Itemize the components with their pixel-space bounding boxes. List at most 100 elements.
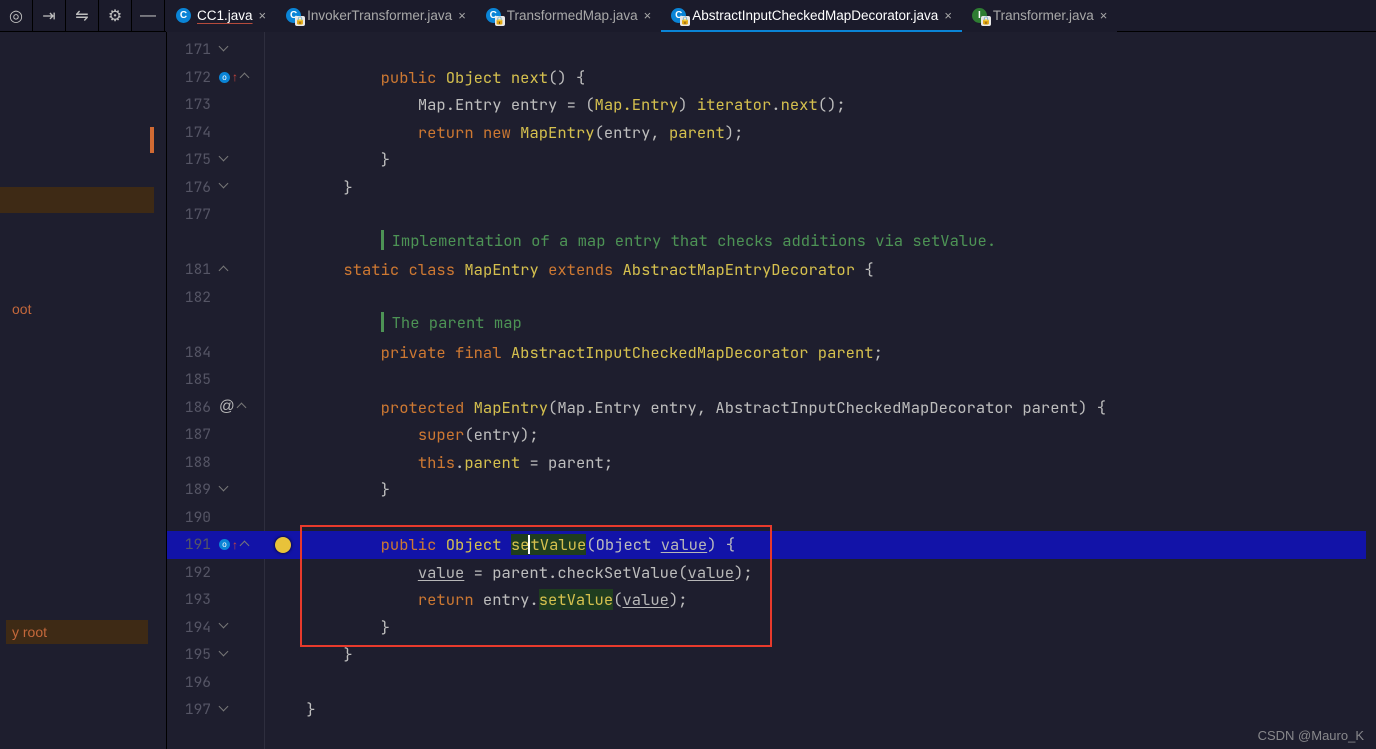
- line-number: 171: [167, 40, 219, 59]
- class-icon: C🔒: [671, 8, 686, 23]
- split-icon[interactable]: ⇋: [66, 0, 99, 32]
- code-line[interactable]: 181 static class MapEntry extends Abstra…: [167, 256, 1376, 284]
- close-icon[interactable]: ×: [458, 8, 466, 23]
- main-toolbar: ◎ ⇥ ⇋ ⚙ — CCC1.java×C🔒InvokerTransformer…: [0, 0, 1376, 32]
- close-icon[interactable]: ×: [259, 8, 267, 23]
- code-line[interactable]: 193 return entry.setValue(value);: [167, 586, 1376, 614]
- lock-icon: 🔒: [981, 16, 991, 26]
- code-line[interactable]: 189 }: [167, 476, 1376, 504]
- vcs-strip-mark: [150, 127, 154, 153]
- tab-abstractinputcheckedmapdecorator-java[interactable]: C🔒 AbstractInputCheckedMapDecorator.java ×: [661, 0, 962, 32]
- tab-invokertransformer-java[interactable]: C🔒InvokerTransformer.java×: [276, 0, 476, 32]
- tab-label: TransformedMap.java: [507, 8, 638, 23]
- gutter-icons: [219, 650, 265, 660]
- line-number: 196: [167, 673, 219, 692]
- code-text: public Object next() {: [265, 67, 585, 88]
- lock-icon: 🔒: [680, 16, 690, 26]
- code-line[interactable]: 191o↑ public Object setValue(Object valu…: [167, 531, 1376, 559]
- code-text: }: [265, 479, 390, 500]
- left-row-2[interactable]: y root: [6, 620, 148, 644]
- gutter-icons: o↑: [219, 538, 265, 552]
- scrollbar[interactable]: [1366, 32, 1376, 749]
- doc-comment-line[interactable]: The parent map: [167, 311, 1376, 339]
- code-editor[interactable]: 171 172o↑ public Object next() {173 Map.E…: [166, 32, 1376, 749]
- code-line[interactable]: 173 Map.Entry entry = (Map.Entry) iterat…: [167, 91, 1376, 119]
- fold-icon[interactable]: [219, 155, 229, 165]
- fold-icon[interactable]: [219, 650, 229, 660]
- class-icon: C🔒: [486, 8, 501, 23]
- code-text: protected MapEntry(Map.Entry entry, Abst…: [265, 397, 1106, 418]
- fold-icon[interactable]: [240, 540, 250, 550]
- left-row-1[interactable]: oot: [6, 297, 37, 321]
- gutter-icons: [219, 485, 265, 495]
- code-line[interactable]: 175 }: [167, 146, 1376, 174]
- line-number: 181: [167, 260, 219, 279]
- gutter-icons: [219, 622, 265, 632]
- code-line[interactable]: 176 }: [167, 174, 1376, 202]
- close-icon[interactable]: ×: [644, 8, 652, 23]
- up-arrow-icon: ↑: [232, 70, 238, 84]
- code-text: return new MapEntry(entry, parent);: [265, 122, 743, 143]
- code-text: this.parent = parent;: [265, 452, 613, 473]
- override-icon[interactable]: o: [219, 539, 230, 550]
- line-number: 191: [167, 535, 219, 554]
- close-icon[interactable]: ×: [1100, 8, 1108, 23]
- text-caret: [528, 535, 530, 554]
- fold-icon[interactable]: [219, 182, 229, 192]
- code-line[interactable]: 186@ protected MapEntry(Map.Entry entry,…: [167, 394, 1376, 422]
- line-number: 188: [167, 453, 219, 472]
- code-text: }: [265, 177, 353, 198]
- code-line[interactable]: 194 }: [167, 614, 1376, 642]
- code-line[interactable]: 172o↑ public Object next() {: [167, 64, 1376, 92]
- gear-icon[interactable]: ⚙: [99, 0, 132, 32]
- line-number: 194: [167, 618, 219, 637]
- tab-label: CC1.java: [197, 8, 253, 23]
- minimize-icon[interactable]: —: [132, 0, 165, 32]
- fold-icon[interactable]: [219, 705, 229, 715]
- line-number: 186: [167, 398, 219, 417]
- indent-icon[interactable]: ⇥: [33, 0, 66, 32]
- at-sign-icon: @: [219, 398, 235, 416]
- code-line[interactable]: 196: [167, 669, 1376, 697]
- toolbar-icon-group: ◎ ⇥ ⇋ ⚙ —: [0, 0, 166, 31]
- code-line[interactable]: 182: [167, 284, 1376, 312]
- code-text: value = parent.checkSetValue(value);: [265, 562, 753, 583]
- class-icon: C: [176, 8, 191, 23]
- fold-icon[interactable]: [219, 45, 229, 55]
- code-line[interactable]: 171: [167, 36, 1376, 64]
- code-line[interactable]: 192 value = parent.checkSetValue(value);: [167, 559, 1376, 587]
- fold-icon[interactable]: [219, 622, 229, 632]
- fold-icon[interactable]: [237, 402, 247, 412]
- tab-label: AbstractInputCheckedMapDecorator.java: [692, 8, 938, 23]
- override-icon[interactable]: o: [219, 72, 230, 83]
- fold-icon[interactable]: [240, 72, 250, 82]
- up-arrow-icon: ↑: [232, 538, 238, 552]
- code-line[interactable]: 187 super(entry);: [167, 421, 1376, 449]
- doc-bar: [381, 312, 384, 332]
- gutter-icons: [219, 705, 265, 715]
- code-line[interactable]: 177: [167, 201, 1376, 229]
- code-text: The parent map: [265, 312, 522, 337]
- tab-transformer-java[interactable]: I🔒Transformer.java×: [962, 0, 1117, 32]
- tab-transformedmap-java[interactable]: C🔒 TransformedMap.java ×: [476, 0, 661, 32]
- code-line[interactable]: 195 }: [167, 641, 1376, 669]
- doc-comment-line[interactable]: Implementation of a map entry that check…: [167, 229, 1376, 257]
- code-line[interactable]: 185: [167, 366, 1376, 394]
- close-icon[interactable]: ×: [944, 8, 952, 23]
- code-line[interactable]: 197 }: [167, 696, 1376, 724]
- code-line[interactable]: 184 private final AbstractInputCheckedMa…: [167, 339, 1376, 367]
- code-line[interactable]: 174 return new MapEntry(entry, parent);: [167, 119, 1376, 147]
- line-number: 189: [167, 480, 219, 499]
- fold-icon[interactable]: [219, 265, 229, 275]
- doc-text: The parent map: [392, 312, 522, 332]
- lightbulb-icon[interactable]: [275, 537, 291, 553]
- code-line[interactable]: 188 this.parent = parent;: [167, 449, 1376, 477]
- fold-icon[interactable]: [219, 485, 229, 495]
- line-number: 197: [167, 700, 219, 719]
- tab-cc1-java[interactable]: C CC1.java ×: [166, 0, 276, 32]
- gutter-icons: [219, 45, 265, 55]
- code-line[interactable]: 190: [167, 504, 1376, 532]
- watermark-label: CSDN @Mauro_K: [1258, 728, 1364, 743]
- target-icon[interactable]: ◎: [0, 0, 33, 32]
- code-area[interactable]: 171 172o↑ public Object next() {173 Map.E…: [167, 36, 1376, 724]
